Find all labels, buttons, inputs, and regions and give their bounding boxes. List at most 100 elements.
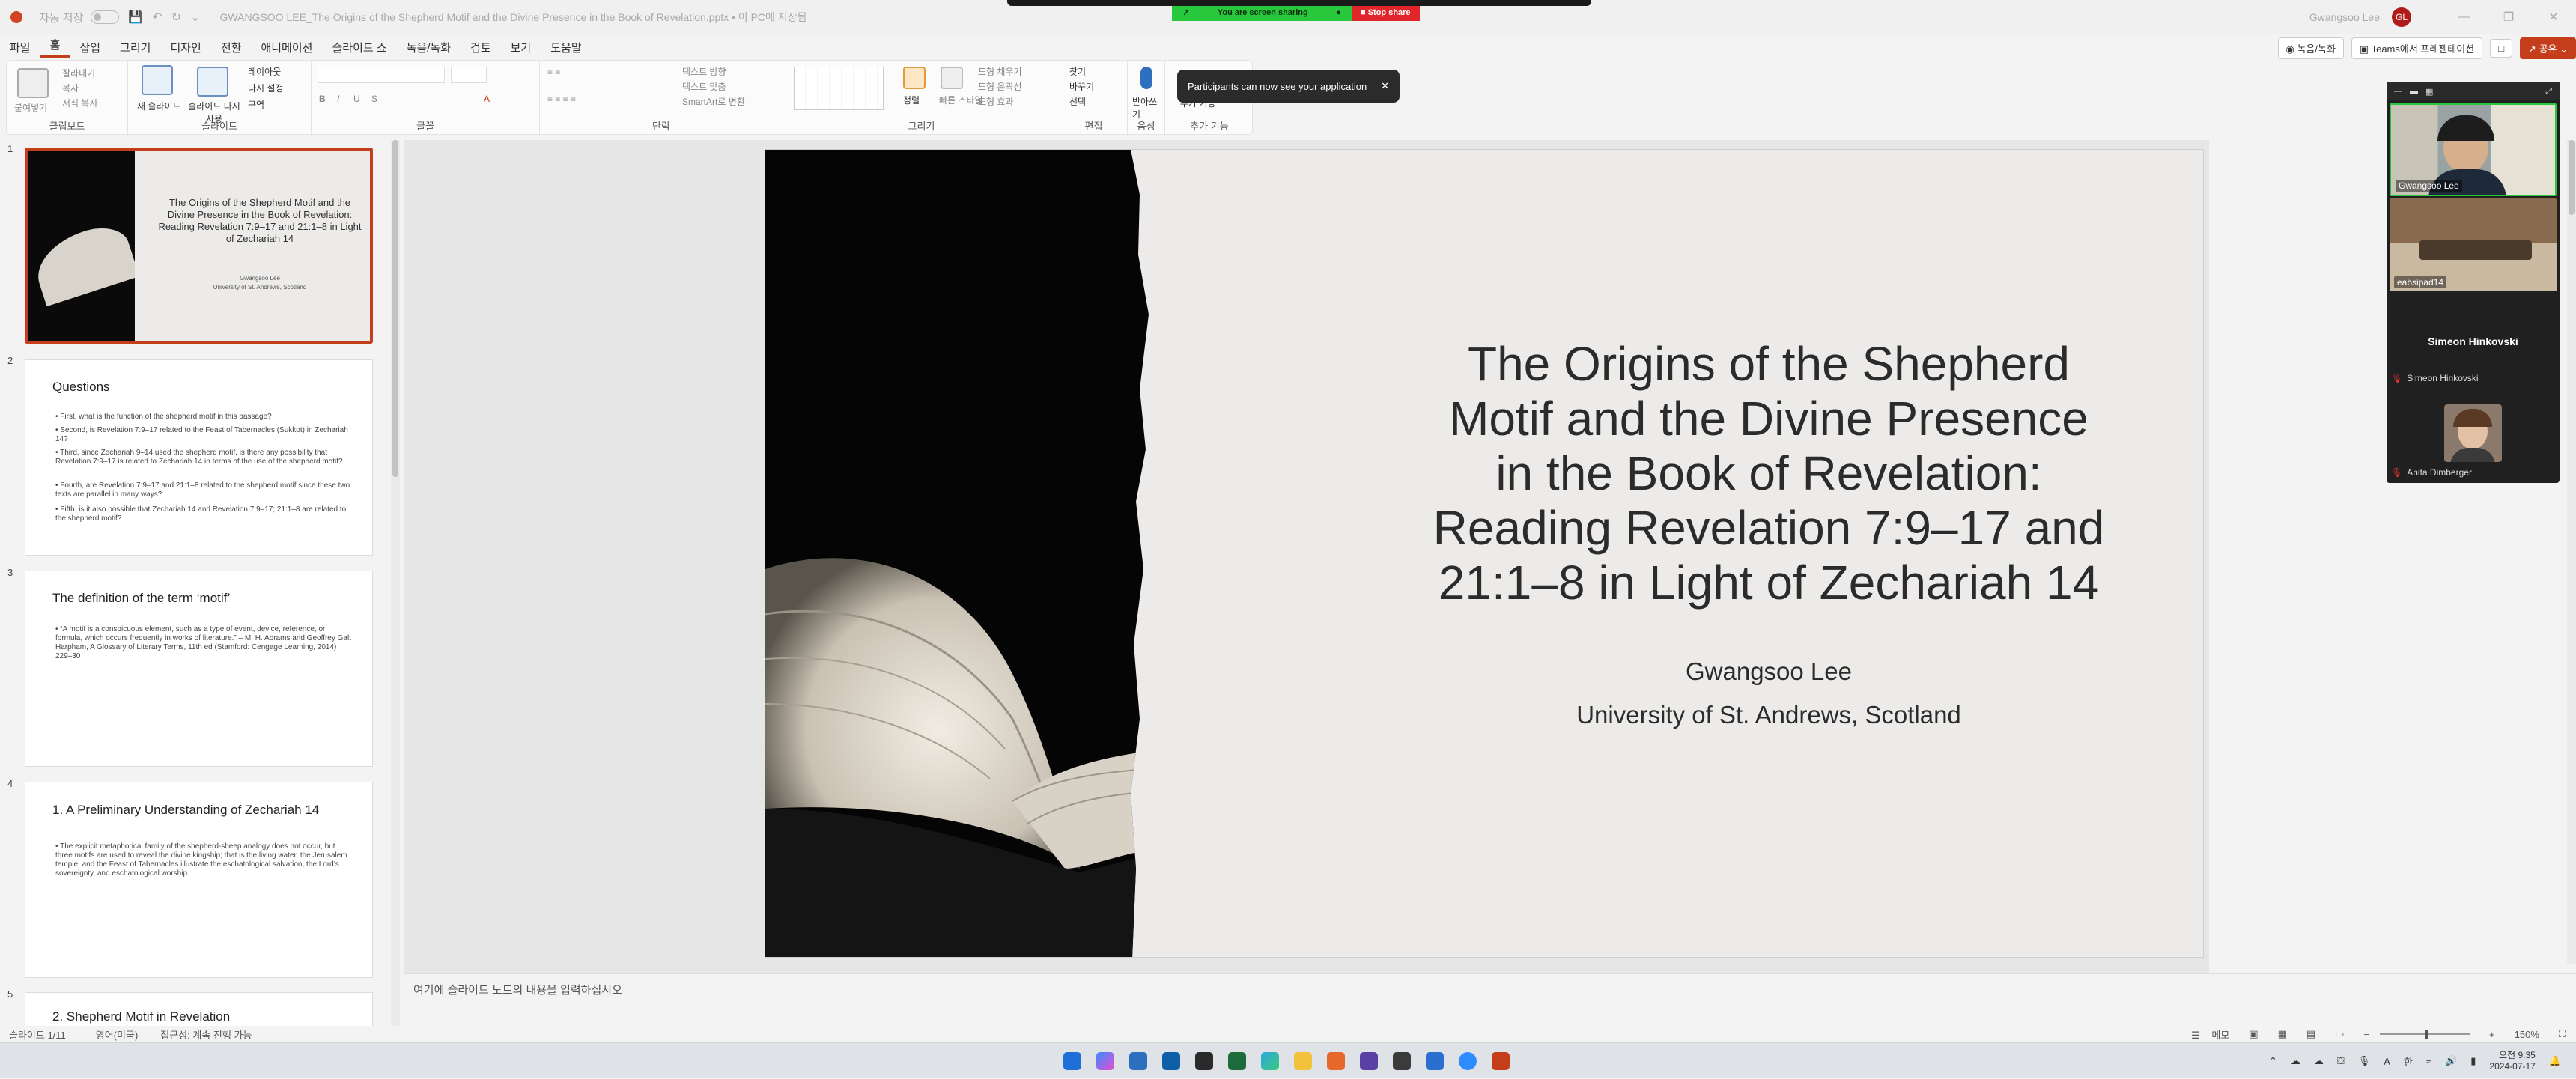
minimize-icon[interactable]: — [2394,87,2402,96]
participant-video[interactable]: Gwangsoo Lee [2390,103,2557,196]
font-size-input[interactable] [451,67,487,83]
participant-photo[interactable] [2444,404,2502,462]
file-explorer-icon[interactable] [1294,1052,1312,1070]
minimize-icon[interactable]: — [2441,10,2486,24]
tab-slideshow[interactable]: 슬라이드 쇼 [322,40,396,55]
zoom-level[interactable]: 150% [2515,1029,2539,1040]
slide-thumbnail-4[interactable]: 1. A Preliminary Understanding of Zechar… [25,782,373,978]
language-status[interactable]: 영어(미국) [96,1027,139,1042]
text-direction-button[interactable]: 텍스트 방향 [682,65,726,78]
chevron-up-icon[interactable]: ⌃ [2269,1055,2277,1067]
close-notification-icon[interactable]: ✕ [1381,80,1389,92]
edge-icon[interactable] [1261,1052,1279,1070]
tab-home[interactable]: 홈 [40,37,70,58]
tab-animations[interactable]: 애니메이션 [251,40,322,55]
redo-icon[interactable]: ↻ [171,10,181,25]
close-icon[interactable]: ✕ [2531,10,2576,25]
microphone-icon[interactable]: 🎙 [2358,1055,2371,1067]
participant-tile[interactable]: 🎙 Simeon Hinkovski [2391,373,2479,383]
slide-thumbnail-5[interactable]: 2. Shepherd Motif in Revelation [25,992,373,1026]
expand-icon[interactable]: ⤢ [2545,87,2552,97]
slide-author[interactable]: Gwangsoo Lee [1357,657,2181,686]
participant-tile[interactable]: 🎙 Anita Dimberger [2391,467,2472,478]
slide-title[interactable]: The Origins of the Shepherd Motif and th… [1357,337,2181,610]
underline-icon[interactable]: U [353,94,360,104]
tab-review[interactable]: 검토 [461,40,501,55]
smartart-button[interactable]: SmartArt로 변환 [682,95,745,108]
tab-insert[interactable]: 삽입 [70,40,110,55]
fit-to-window-icon[interactable]: ⛶ [2559,1028,2566,1040]
tab-file[interactable]: 파일 [0,40,40,55]
slide-sorter-icon[interactable]: ▦ [2278,1028,2287,1040]
font-indicator[interactable]: A [2384,1056,2390,1067]
volume-icon[interactable]: 🔊 [2445,1055,2457,1067]
reading-view-icon[interactable]: ▤ [2306,1028,2315,1040]
zoom-out-icon[interactable]: − [2363,1029,2369,1040]
new-slide-button[interactable]: 새 슬라이드 [137,100,181,112]
slide-thumbnail-2[interactable]: Questions • First, what is the function … [25,359,373,556]
tab-view[interactable]: 보기 [501,40,541,55]
paste-label[interactable]: 붙여넣기 [14,101,47,114]
dictate-icon[interactable] [1140,67,1152,89]
italic-icon[interactable]: I [337,94,339,104]
strikethrough-icon[interactable]: S [371,94,377,104]
slideshow-icon[interactable]: ▭ [2335,1028,2344,1040]
notion-icon[interactable] [1195,1052,1213,1070]
select-button[interactable]: 선택 [1069,95,1086,108]
find-button[interactable]: 찾기 [1069,65,1086,78]
quick-access-more-icon[interactable]: ⌄ [190,10,200,25]
tab-transitions[interactable]: 전환 [211,40,252,55]
format-painter-button[interactable]: 서식 복사 [62,97,98,109]
present-in-teams-button[interactable]: ▣ Teams에서 프레젠테이션 [2351,37,2483,59]
autosave-toggle[interactable] [91,10,120,24]
tab-record[interactable]: 녹음/녹화 [397,40,461,55]
quick-styles-icon[interactable] [941,67,963,89]
speaker-notes-input[interactable]: 여기에 슬라이드 노트의 내용을 입력하십시오 [404,973,2576,1002]
replace-button[interactable]: 바꾸기 [1069,80,1094,93]
reset-button[interactable]: 다시 설정 [248,82,284,94]
save-icon[interactable]: 💾 [128,10,143,25]
shape-fill-button[interactable]: 도형 채우기 [978,65,1022,78]
thumbnail-scrollbar[interactable] [391,140,400,1026]
zoom-app-icon[interactable] [1459,1052,1477,1070]
app-icon[interactable] [1393,1052,1411,1070]
normal-view-icon[interactable]: ▣ [2249,1028,2258,1040]
app-icon[interactable] [1360,1052,1378,1070]
arrange-button[interactable]: 정렬 [903,94,920,106]
slide-affiliation[interactable]: University of St. Andrews, Scotland [1357,701,2181,729]
current-slide[interactable]: The Origins of the Shepherd Motif and th… [765,149,2204,958]
onedrive-icon[interactable]: ☁ [2314,1055,2324,1067]
document-title[interactable]: GWANGSOO LEE_The Origins of the Shepherd… [220,10,807,25]
speaker-view-icon[interactable]: ▬ [2410,87,2418,96]
bullets-icon[interactable]: ≡ ≡ [547,67,560,77]
share-button[interactable]: ↗ 공유 ⌄ [2520,37,2576,59]
slide-scrollbar[interactable] [2567,140,2576,964]
wifi-icon[interactable]: ≈ [2426,1056,2431,1067]
align-icon[interactable]: ≡ ≡ ≡ ≡ [547,94,576,104]
font-color-icon[interactable]: A [484,94,490,104]
undo-icon[interactable]: ↶ [152,10,162,25]
tab-draw[interactable]: 그리기 [110,40,160,55]
notifications-icon[interactable]: 🔔 [2549,1055,2561,1067]
teams-icon[interactable] [1129,1052,1147,1070]
start-icon[interactable] [1063,1052,1081,1070]
user-name[interactable]: Gwangsoo Lee [2309,11,2380,23]
bold-icon[interactable]: B [319,94,326,104]
word-icon[interactable] [1426,1052,1444,1070]
battery-icon[interactable]: ▮ [2470,1055,2476,1067]
zoom-in-icon[interactable]: + [2489,1029,2495,1040]
arrange-icon[interactable] [903,67,926,89]
firefox-icon[interactable] [1327,1052,1345,1070]
paste-icon[interactable] [17,68,49,98]
outlook-icon[interactable] [1162,1052,1180,1070]
participant-name[interactable]: Simeon Hinkovski [2387,335,2560,347]
align-text-button[interactable]: 텍스트 맞춤 [682,80,726,93]
dictate-button[interactable]: 받아쓰기 [1132,95,1164,121]
clock[interactable]: 오전 9:35 2024-07-17 [2489,1050,2535,1072]
powerpoint-taskbar-icon[interactable] [1492,1052,1510,1070]
shape-effects-button[interactable]: 도형 효과 [978,95,1014,108]
comments-icon[interactable]: □ [2490,39,2513,58]
section-button[interactable]: 구역 [248,98,264,111]
quick-styles-button[interactable]: 빠른 스타일 [939,94,983,106]
cut-button[interactable]: 잘라내기 [62,67,95,79]
